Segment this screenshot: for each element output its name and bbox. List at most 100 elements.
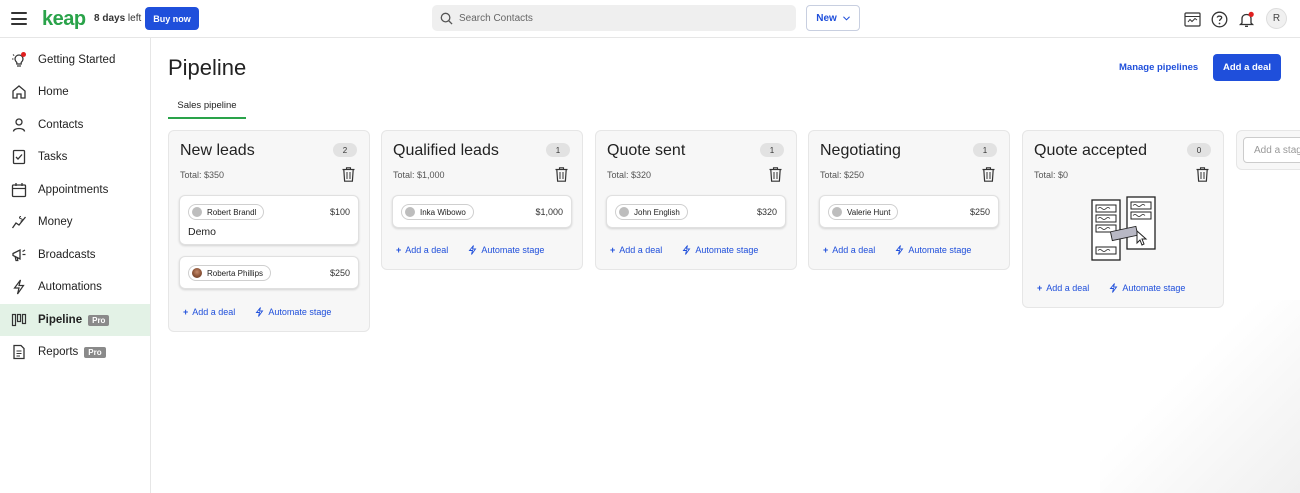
automate-stage-label: Automate stage [268,307,332,317]
contact-name: Roberta Phillips [207,268,264,278]
stage-add-deal-link[interactable]: + Add a deal [1037,283,1089,293]
avatar [619,207,629,217]
contact-chip[interactable]: Valerie Hunt [828,204,899,220]
sidebar-item-home[interactable]: Home [0,76,150,108]
page-title: Pipeline [168,55,247,80]
trash-icon[interactable] [769,167,782,182]
stage-add-deal-link[interactable]: + Add a deal [610,245,662,255]
tab-sales-pipeline[interactable]: Sales pipeline [168,93,246,119]
sidebar-item-automations[interactable]: Automations [0,271,150,303]
add-deal-button[interactable]: Add a deal [1213,54,1281,81]
marketplace-icon[interactable] [1183,10,1201,28]
automate-stage-link[interactable]: Automate stage [682,245,758,255]
deal-amount: $320 [756,207,777,217]
sidebar-item-label: Getting Started [38,54,116,66]
stage-count-badge: 2 [333,143,357,157]
stage-name: Negotiating [820,142,901,159]
sidebar-item-label: Broadcasts [38,249,96,261]
trash-icon[interactable] [982,167,995,182]
buy-now-button[interactable]: Buy now [145,7,199,30]
plus-icon: + [1037,283,1043,293]
sidebar: Getting Started Home Contacts Tasks Appo… [0,38,151,493]
sidebar-item-label: Home [38,86,69,98]
menu-icon[interactable] [11,12,27,25]
chevron-down-icon [842,15,850,21]
add-stage-input[interactable] [1243,137,1300,163]
automate-stage-link[interactable]: Automate stage [1109,283,1185,293]
stage-actions: + Add a deal Automate stage [1037,283,1185,293]
automate-stage-label: Automate stage [481,245,545,255]
deal-card[interactable]: Valerie Hunt $250 [819,195,999,228]
trial-suffix: left [125,13,142,24]
stage-total: Total: $0 [1034,170,1069,180]
deal-card[interactable]: Inka Wibowo $1,000 [392,195,572,228]
manage-pipelines-link[interactable]: Manage pipelines [1119,62,1198,73]
search-box[interactable] [432,5,796,31]
lightning-icon [682,245,691,255]
deal-card[interactable]: Roberta Phillips $250 [179,256,359,289]
automate-stage-link[interactable]: Automate stage [255,307,331,317]
avatar[interactable]: R [1266,8,1287,29]
lightning-icon [468,245,477,255]
contact-name: Valerie Hunt [847,207,891,217]
background-shade [1100,300,1300,493]
stage-column-quote-sent: Quote sent 1 Total: $320 John English $3… [595,130,797,270]
sidebar-item-tasks[interactable]: Tasks [0,141,150,173]
stage-total: Total: $1,000 [393,170,445,180]
stage-count-badge: 1 [760,143,784,157]
contact-chip[interactable]: Inka Wibowo [401,204,474,220]
trash-icon[interactable] [342,167,355,182]
sidebar-item-label: Reports [38,346,79,358]
lightbulb-icon [10,51,28,69]
home-icon [10,83,28,101]
new-label: New [816,12,837,24]
stage-count-badge: 1 [973,143,997,157]
sidebar-item-pipeline[interactable]: Pipeline Pro [0,304,150,336]
contact-chip[interactable]: Roberta Phillips [188,265,272,281]
stage-add-deal-link[interactable]: + Add a deal [183,307,235,317]
automate-stage-link[interactable]: Automate stage [895,245,971,255]
plus-icon: + [183,307,189,317]
avatar [405,207,415,217]
keap-logo[interactable]: keap [42,8,86,31]
plus-icon: + [396,245,402,255]
trial-remaining: 8 days left [94,13,141,24]
stage-actions: + Add a deal Automate stage [183,307,331,317]
stage-column-new-leads: New leads 2 Total: $350 Robert Brandl $1… [168,130,370,332]
top-bar: keap 8 days left Buy now New R [0,0,1300,38]
notifications-icon[interactable] [1237,10,1255,28]
contact-chip[interactable]: John English [615,204,688,220]
trash-icon[interactable] [1196,167,1209,182]
stage-name: Quote sent [607,142,686,159]
automate-stage-label: Automate stage [1122,283,1186,293]
sidebar-item-contacts[interactable]: Contacts [0,109,150,141]
stage-add-deal-link[interactable]: + Add a deal [396,245,448,255]
report-icon [10,343,28,361]
sidebar-item-broadcasts[interactable]: Broadcasts [0,239,150,271]
sidebar-item-getting-started[interactable]: Getting Started [0,44,150,76]
automate-stage-link[interactable]: Automate stage [468,245,544,255]
stage-name: Qualified leads [393,142,499,159]
new-button[interactable]: New [806,5,860,31]
avatar [832,207,842,217]
avatar [192,268,202,278]
sidebar-item-reports[interactable]: Reports Pro [0,336,150,368]
stage-total: Total: $320 [607,170,652,180]
sidebar-item-money[interactable]: Money [0,206,150,238]
help-icon[interactable] [1210,10,1228,28]
pro-badge: Pro [84,346,106,358]
trash-icon[interactable] [555,167,568,182]
sidebar-item-label: Tasks [38,151,68,163]
stage-add-deal-link[interactable]: + Add a deal [823,245,875,255]
search-input[interactable] [459,12,779,24]
deal-card[interactable]: John English $320 [606,195,786,228]
trial-days: 8 days [94,13,126,24]
sidebar-item-label: Contacts [38,119,84,131]
contact-chip[interactable]: Robert Brandl [188,204,265,220]
sidebar-item-label: Pipeline [38,314,83,326]
deal-card[interactable]: Robert Brandl $100 Demo [179,195,359,245]
sidebar-item-appointments[interactable]: Appointments [0,174,150,206]
stage-column-quote-accepted: Quote accepted 0 Total: $0 + Add a deal A… [1022,130,1224,308]
sidebar-item-label: Money [38,216,73,228]
stage-add-deal-label: Add a deal [192,307,236,317]
